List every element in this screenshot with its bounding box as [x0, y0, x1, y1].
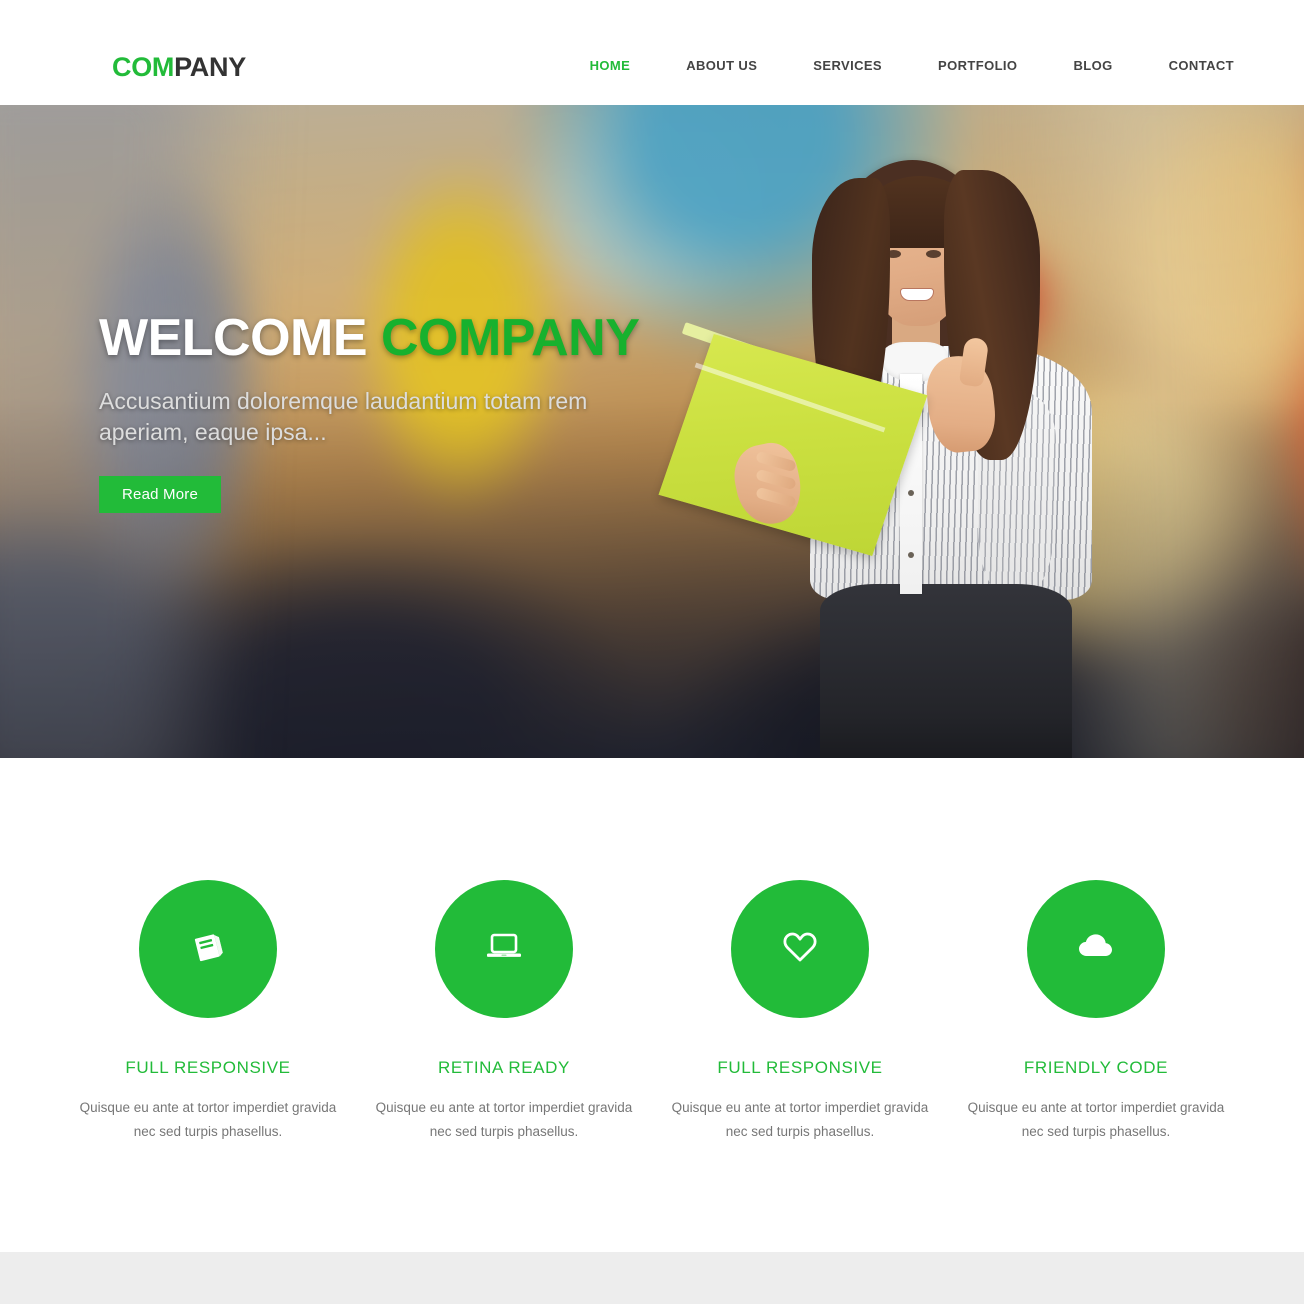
hero-subtitle: Accusantium doloremque laudantium totam …	[99, 387, 588, 445]
hero-title: WELCOME COMPANY	[99, 311, 719, 366]
feature-icon-circle-1[interactable]	[139, 880, 277, 1018]
hero-banner: WELCOME COMPANY Accusantium doloremque l…	[0, 105, 1304, 758]
feature-title-1: FULL RESPONSIVE	[125, 1058, 291, 1077]
nav-item-home[interactable]: HOME	[590, 58, 631, 73]
feature-icon-circle-3[interactable]	[731, 880, 869, 1018]
feature-icon-circle-4[interactable]	[1027, 880, 1165, 1018]
feature-description-2: Quisque eu ante at tortor imperdiet grav…	[375, 1100, 633, 1139]
figure-button	[908, 490, 914, 496]
logo-accent-text: COM	[112, 52, 175, 82]
book-icon	[186, 925, 230, 974]
figure-skirt	[820, 584, 1072, 758]
site-logo[interactable]: COMPANY	[112, 52, 246, 83]
hero-businesswoman-image	[658, 160, 1110, 758]
feature-description-1: Quisque eu ante at tortor imperdiet grav…	[79, 1100, 337, 1139]
feature-title-3: FULL RESPONSIVE	[717, 1058, 883, 1077]
feature-card-2: RETINA READY Quisque eu ante at tortor i…	[356, 880, 652, 1143]
nav-item-blog[interactable]: BLOG	[1073, 58, 1112, 73]
hero-content: WELCOME COMPANY Accusantium doloremque l…	[99, 311, 719, 513]
feature-description-4: Quisque eu ante at tortor imperdiet grav…	[967, 1100, 1225, 1139]
features-section: FULL RESPONSIVE Quisque eu ante at torto…	[0, 758, 1304, 1252]
feature-title-4: FRIENDLY CODE	[1023, 1058, 1169, 1077]
site-header: COMPANY HOME ABOUT US SERVICES PORTFOLIO…	[0, 0, 1304, 105]
logo-rest-text: PANY	[174, 52, 246, 82]
nav-item-services[interactable]: SERVICES	[813, 58, 882, 73]
heart-icon	[777, 924, 823, 975]
footer-band	[0, 1252, 1304, 1304]
feature-card-1: FULL RESPONSIVE Quisque eu ante at torto…	[60, 880, 356, 1143]
feature-card-4: FRIENDLY CODE Quisque eu ante at tortor …	[948, 880, 1244, 1143]
nav-item-contact[interactable]: CONTACT	[1169, 58, 1234, 73]
feature-icon-circle-2[interactable]	[435, 880, 573, 1018]
feature-card-3: FULL RESPONSIVE Quisque eu ante at torto…	[652, 880, 948, 1143]
figure-button	[908, 552, 914, 558]
nav-item-about-us[interactable]: ABOUT US	[686, 58, 757, 73]
read-more-button[interactable]: Read More	[99, 475, 222, 513]
nav-item-portfolio[interactable]: PORTFOLIO	[938, 58, 1017, 73]
features-grid: FULL RESPONSIVE Quisque eu ante at torto…	[60, 880, 1244, 1143]
hero-title-white: WELCOME	[99, 309, 381, 367]
cloud-icon	[1072, 923, 1120, 976]
figure-eye-right	[926, 250, 941, 258]
feature-description-3: Quisque eu ante at tortor imperdiet grav…	[671, 1100, 929, 1139]
main-navigation: HOME ABOUT US SERVICES PORTFOLIO BLOG CO…	[590, 58, 1234, 73]
laptop-icon	[481, 924, 527, 975]
hero-title-accent: COMPANY	[380, 309, 640, 367]
figure-smile	[900, 288, 934, 301]
feature-title-2: RETINA READY	[438, 1058, 570, 1077]
